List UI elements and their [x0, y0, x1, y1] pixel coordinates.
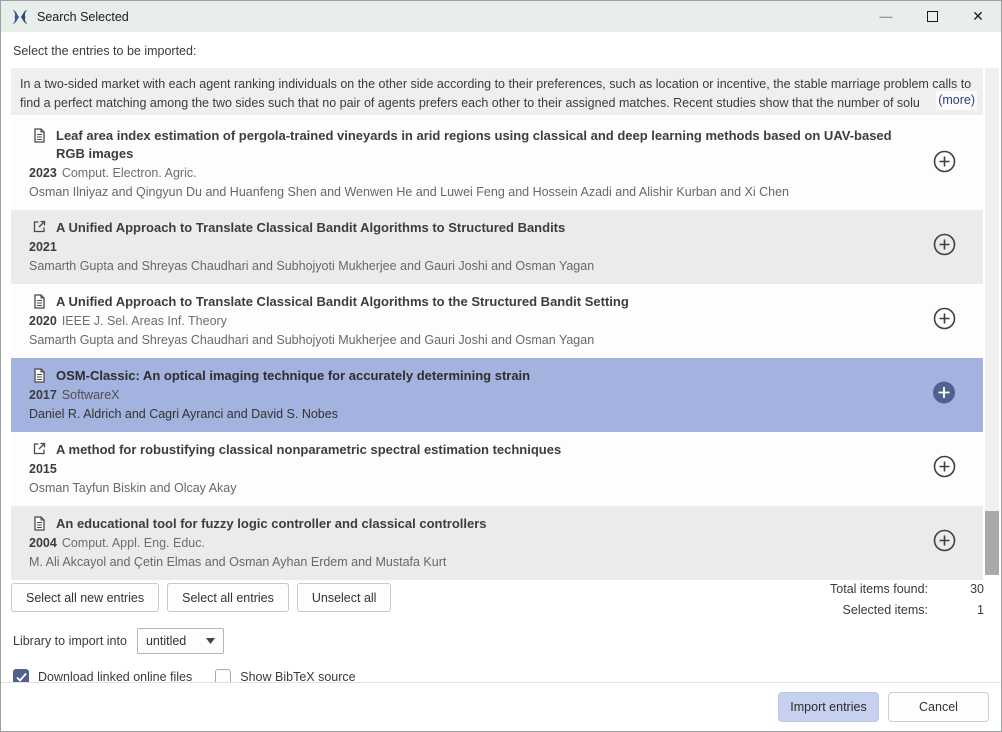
external-link-icon [33, 442, 46, 455]
chevron-down-icon [206, 638, 215, 644]
list-item[interactable]: A Unified Approach to Translate Classica… [11, 284, 983, 358]
file-icon [33, 516, 46, 531]
entry-meta: 2023 Comput. Electron. Agric. [29, 165, 913, 182]
abstract-preview: In a two-sided market with each agent ra… [11, 68, 983, 115]
entry-title: OSM-Classic: An optical imaging techniqu… [56, 367, 530, 385]
entry-meta: 2021 [29, 239, 913, 256]
add-entry-button[interactable] [933, 233, 956, 261]
entry-journal: Comput. Appl. Eng. Educ. [62, 536, 205, 550]
entry-meta: 2015 [29, 461, 913, 478]
entry-meta: 2020 IEEE J. Sel. Areas Inf. Theory [29, 313, 913, 330]
list-item[interactable]: A method for robustifying classical nonp… [11, 432, 983, 506]
title-bar: Search Selected — ✕ [1, 1, 1001, 32]
select-all-entries-button[interactable]: Select all entries [167, 583, 289, 612]
entry-journal: IEEE J. Sel. Areas Inf. Theory [62, 314, 227, 328]
entry-title: A Unified Approach to Translate Classica… [56, 293, 629, 311]
jabref-logo-icon [10, 7, 30, 27]
entry-year: 2020 [29, 314, 57, 328]
unselect-all-button[interactable]: Unselect all [297, 583, 392, 612]
add-entry-button[interactable] [933, 455, 956, 483]
entry-authors: Osman Tayfun Biskin and Olcay Akay [29, 480, 913, 497]
total-items-value: 30 [938, 582, 984, 596]
entry-authors: M. Ali Akcayol and Çetin Elmas and Osman… [29, 554, 913, 571]
plus-circle-filled-icon [932, 381, 956, 410]
selected-items-value: 1 [938, 603, 984, 617]
entry-year: 2017 [29, 388, 57, 402]
file-icon [33, 128, 46, 143]
library-dropdown-value: untitled [146, 634, 186, 648]
selected-items-label: Selected items: [830, 603, 928, 617]
entry-journal: Comput. Electron. Agric. [62, 166, 197, 180]
entry-title: Leaf area index estimation of pergola-tr… [56, 127, 913, 163]
close-button[interactable]: ✕ [955, 1, 1001, 32]
file-icon [33, 294, 46, 309]
entry-title: A method for robustifying classical nonp… [56, 441, 561, 459]
scrollbar-thumb[interactable] [985, 511, 999, 575]
plus-circle-icon [933, 307, 956, 335]
entry-journal: SoftwareX [62, 388, 120, 402]
external-link-icon [33, 220, 46, 233]
library-select-row: Library to import into untitled [1, 612, 1001, 654]
entry-authors: Osman Ilniyaz and Qingyun Du and Huanfen… [29, 184, 913, 201]
search-selected-dialog: Search Selected — ✕ Select the entries t… [0, 0, 1002, 732]
entry-year: 2021 [29, 240, 57, 254]
entry-title: An educational tool for fuzzy logic cont… [56, 515, 487, 533]
cancel-button[interactable]: Cancel [888, 692, 989, 722]
library-label: Library to import into [13, 634, 127, 648]
list-item[interactable]: Leaf area index estimation of pergola-tr… [11, 118, 983, 210]
plus-circle-icon [933, 150, 956, 178]
add-entry-button[interactable] [933, 529, 956, 557]
add-entry-button[interactable] [932, 381, 956, 410]
entry-year: 2015 [29, 462, 57, 476]
plus-circle-icon [933, 455, 956, 483]
instruction-label: Select the entries to be imported: [1, 32, 1001, 68]
list-item[interactable]: An educational tool for fuzzy logic cont… [11, 506, 983, 580]
entry-meta: 2017 SoftwareX [29, 387, 913, 404]
list-item[interactable]: A Unified Approach to Translate Classica… [11, 210, 983, 284]
maximize-button[interactable] [909, 1, 955, 32]
result-stats: Total items found: 30 Selected items: 1 [830, 582, 984, 617]
entry-year: 2004 [29, 536, 57, 550]
abstract-text: In a two-sided market with each agent ra… [20, 77, 971, 110]
import-entries-button[interactable]: Import entries [778, 692, 879, 722]
total-items-label: Total items found: [830, 582, 928, 596]
more-link[interactable]: (more) [936, 91, 977, 110]
dialog-footer: Import entries Cancel [1, 682, 1001, 731]
library-dropdown[interactable]: untitled [137, 628, 224, 654]
vertical-scrollbar[interactable] [985, 68, 999, 575]
select-all-new-entries-button[interactable]: Select all new entries [11, 583, 159, 612]
plus-circle-icon [933, 233, 956, 261]
minimize-button[interactable]: — [863, 1, 909, 32]
add-entry-button[interactable] [933, 150, 956, 178]
options-row: Download linked online files Show BibTeX… [1, 654, 1001, 685]
entry-authors: Daniel R. Aldrich and Cagri Ayranci and … [29, 406, 913, 423]
selection-toolbar: Select all new entries Select all entrie… [1, 575, 1001, 612]
entry-authors: Samarth Gupta and Shreyas Chaudhari and … [29, 332, 913, 349]
list-item[interactable]: OSM-Classic: An optical imaging techniqu… [11, 358, 983, 432]
entry-authors: Samarth Gupta and Shreyas Chaudhari and … [29, 258, 913, 275]
file-icon [33, 368, 46, 383]
entry-title: A Unified Approach to Translate Classica… [56, 219, 565, 237]
window-title: Search Selected [37, 10, 863, 24]
entry-meta: 2004 Comput. Appl. Eng. Educ. [29, 535, 913, 552]
entry-list-area: In a two-sided market with each agent ra… [11, 68, 999, 575]
add-entry-button[interactable] [933, 307, 956, 335]
entry-list: Leaf area index estimation of pergola-tr… [11, 118, 983, 580]
plus-circle-icon [933, 529, 956, 557]
entry-year: 2023 [29, 166, 57, 180]
